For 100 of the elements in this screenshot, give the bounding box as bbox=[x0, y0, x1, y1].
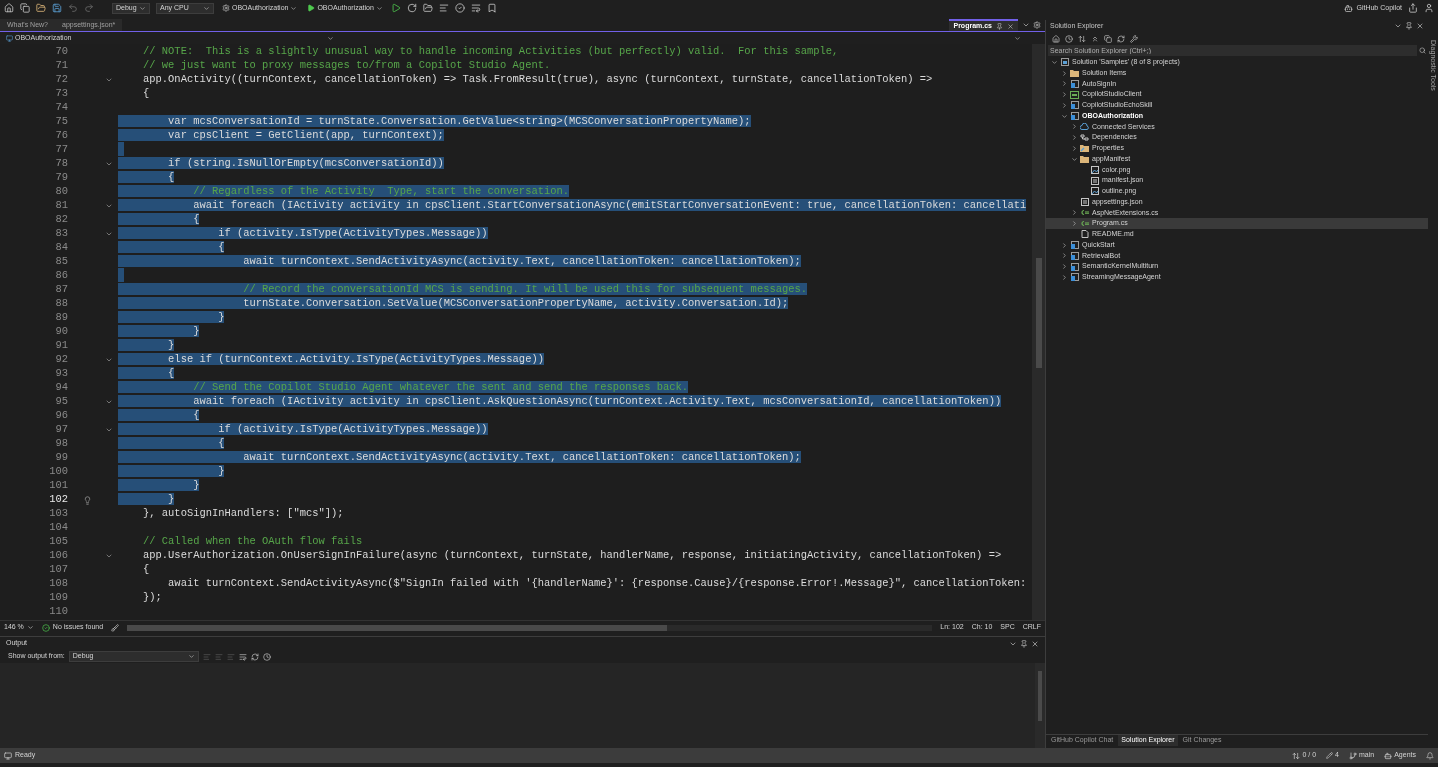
gear-icon bbox=[222, 4, 230, 12]
collapse-all-icon[interactable] bbox=[1091, 34, 1099, 43]
line-number: 110 bbox=[49, 604, 68, 620]
line-number: 77 bbox=[55, 142, 68, 158]
copilot-icon bbox=[1344, 3, 1354, 13]
caret-icon bbox=[327, 34, 334, 42]
line-number: 89 bbox=[55, 310, 68, 326]
caret-icon bbox=[375, 4, 383, 12]
cloud-icon bbox=[1080, 123, 1089, 131]
close-icon[interactable] bbox=[1031, 639, 1039, 648]
image-file-icon bbox=[1090, 187, 1099, 196]
close-icon[interactable] bbox=[1416, 22, 1424, 30]
refresh-icon[interactable] bbox=[406, 3, 417, 13]
project-icon bbox=[1070, 79, 1079, 88]
code-comment: // Regardless of the Activity Type, start the conversation. bbox=[118, 185, 569, 198]
play-icon bbox=[307, 4, 316, 12]
pin-icon[interactable] bbox=[996, 22, 1003, 30]
caret-icon bbox=[203, 4, 210, 12]
image-file-icon bbox=[1090, 165, 1099, 174]
fold-chevron-icon[interactable] bbox=[105, 230, 113, 238]
lightbulb-icon[interactable] bbox=[82, 495, 92, 505]
line-number: 104 bbox=[49, 520, 68, 536]
caret-icon bbox=[26, 624, 34, 631]
sync-icon[interactable] bbox=[1078, 34, 1086, 43]
pin-icon[interactable] bbox=[1405, 22, 1413, 30]
share-icon[interactable] bbox=[1408, 3, 1418, 13]
home-icon[interactable] bbox=[1052, 34, 1060, 43]
folder-icon[interactable] bbox=[422, 3, 433, 13]
caret-icon bbox=[290, 4, 298, 12]
code-line: }); bbox=[142, 591, 162, 604]
fold-chevron-icon[interactable] bbox=[105, 426, 113, 434]
code-line: app.OnActivity((turnContext, cancellationToken) => Task.FromResult(true), async (turnContext, turnState, cancellationToken) => bbox=[142, 73, 933, 86]
pin-icon[interactable] bbox=[1020, 639, 1028, 648]
wrench-folder-icon bbox=[1080, 144, 1089, 153]
vertical-scrollbar[interactable] bbox=[1032, 44, 1045, 620]
code-comment: // Send the Copilot Studio Agent whatever the sent and send the responses back. bbox=[118, 381, 688, 394]
open-folder-icon[interactable] bbox=[36, 3, 46, 13]
solution-icon bbox=[1060, 58, 1069, 67]
project-icon bbox=[1070, 251, 1079, 260]
line-number: 97 bbox=[55, 422, 68, 438]
line-number: 103 bbox=[49, 506, 68, 522]
line-number: 92 bbox=[55, 352, 68, 368]
line-number: 78 bbox=[55, 156, 68, 172]
json-file-icon bbox=[1090, 176, 1099, 185]
line-number: 95 bbox=[55, 394, 68, 410]
fold-chevron-icon[interactable] bbox=[105, 202, 113, 210]
brush-icon[interactable] bbox=[111, 623, 120, 632]
pencil-icon bbox=[1326, 752, 1334, 759]
show-all-files-icon[interactable] bbox=[1104, 34, 1112, 43]
clock-icon[interactable] bbox=[262, 652, 271, 661]
line-number: 85 bbox=[55, 254, 68, 270]
fold-chevron-icon[interactable] bbox=[105, 356, 113, 364]
fold-chevron-icon[interactable] bbox=[105, 552, 113, 560]
clear-all-icon[interactable] bbox=[238, 652, 247, 661]
csharp-file-icon bbox=[1080, 209, 1089, 217]
line-number: 108 bbox=[49, 576, 68, 592]
save-icon[interactable] bbox=[52, 3, 62, 13]
check-circle-icon bbox=[41, 623, 50, 632]
fold-chevron-icon[interactable] bbox=[105, 76, 113, 84]
line-number: 75 bbox=[55, 114, 68, 130]
line-number: 81 bbox=[55, 198, 68, 214]
format-icon[interactable] bbox=[470, 3, 481, 13]
settings-icon[interactable] bbox=[1033, 21, 1041, 29]
tab-list-icon[interactable] bbox=[1022, 21, 1030, 29]
line-number: 84 bbox=[55, 240, 68, 256]
undo-icon[interactable] bbox=[68, 3, 78, 13]
line-number: 109 bbox=[49, 590, 68, 606]
panel-menu-icon[interactable] bbox=[1394, 22, 1402, 30]
run-without-debugging-icon[interactable] bbox=[390, 3, 401, 13]
redo-icon[interactable] bbox=[84, 3, 94, 13]
horizontal-scrollbar[interactable] bbox=[127, 624, 933, 631]
account-icon[interactable] bbox=[1424, 3, 1434, 13]
line-number: 86 bbox=[55, 268, 68, 284]
line-number: 87 bbox=[55, 282, 68, 298]
line-number: 72 bbox=[55, 72, 68, 88]
history-icon[interactable] bbox=[1065, 34, 1073, 43]
line-number: 71 bbox=[55, 58, 68, 74]
project-icon bbox=[1070, 241, 1079, 250]
close-icon[interactable] bbox=[1007, 22, 1014, 30]
fold-chevron-icon[interactable] bbox=[105, 398, 113, 406]
project-icon bbox=[1070, 112, 1079, 121]
arrows-icon bbox=[1292, 751, 1301, 760]
check-icon[interactable] bbox=[454, 3, 465, 13]
layout-icon[interactable] bbox=[438, 3, 449, 13]
notifications-icon[interactable] bbox=[1426, 751, 1434, 760]
fold-chevron-icon[interactable] bbox=[105, 160, 113, 168]
markdown-file-icon bbox=[1080, 230, 1089, 239]
properties-icon[interactable] bbox=[1130, 34, 1138, 43]
folder-icon bbox=[1080, 155, 1089, 163]
line-number: 98 bbox=[55, 436, 68, 452]
line-number: 105 bbox=[49, 534, 68, 550]
code-line: await turnContext.SendActivityAsync($"SignIn failed with '{handlerName}': {response.Cause}/{response.Error!.Message}", cancellationToken: bbox=[167, 577, 1027, 590]
line-number: 79 bbox=[55, 170, 68, 186]
caret-icon bbox=[1014, 34, 1021, 42]
caret-icon bbox=[187, 653, 195, 660]
line-number: 88 bbox=[55, 296, 68, 312]
bookmark-icon[interactable] bbox=[486, 3, 497, 13]
navigate-icon[interactable] bbox=[4, 3, 14, 13]
search-icon[interactable] bbox=[1419, 47, 1426, 54]
output-scrollbar[interactable] bbox=[1035, 663, 1045, 748]
